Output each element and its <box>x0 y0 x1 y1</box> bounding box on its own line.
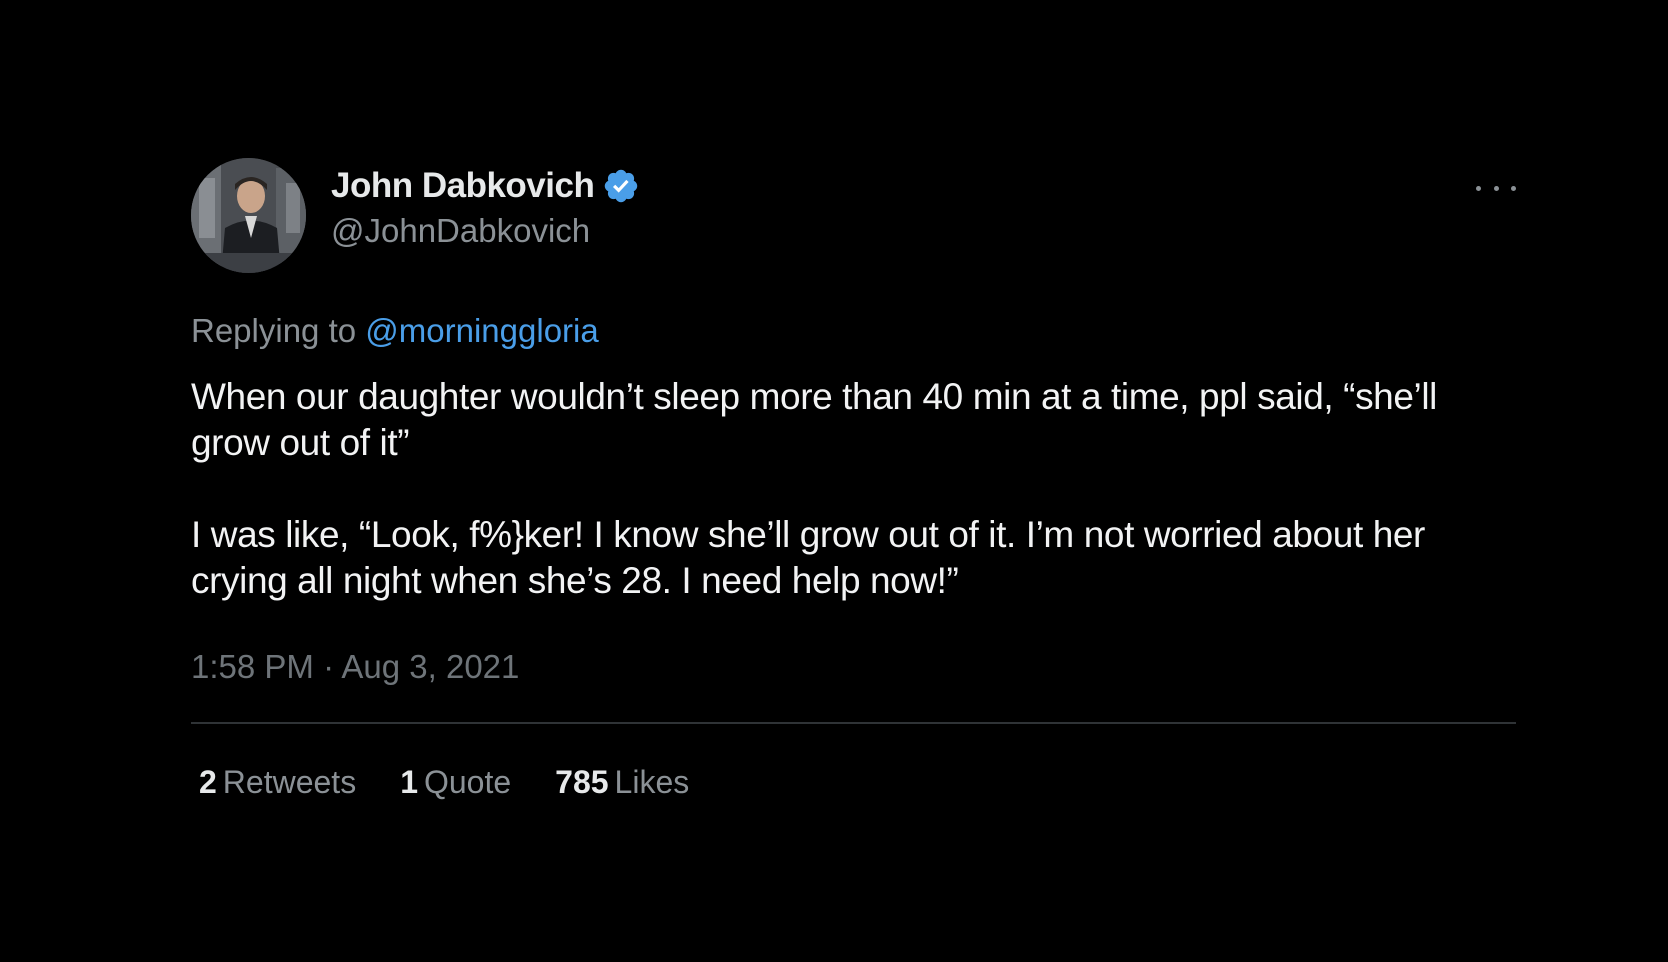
profile-photo-icon <box>191 158 306 273</box>
avatar[interactable] <box>191 158 306 273</box>
tweet-card: John Dabkovich @JohnDabkovich Replying t… <box>191 158 1516 801</box>
divider <box>191 722 1516 724</box>
more-dot <box>1476 185 1481 191</box>
reply-prefix: Replying to <box>191 312 357 349</box>
retweets-count: 2 <box>199 764 217 800</box>
display-name[interactable]: John Dabkovich <box>331 166 595 206</box>
likes-stat[interactable]: 785 Likes <box>555 764 689 801</box>
quotes-stat[interactable]: 1 Quote <box>400 764 511 801</box>
quotes-count: 1 <box>400 764 418 800</box>
more-dot <box>1511 185 1516 191</box>
reply-to-link[interactable]: @morninggloria <box>365 312 598 349</box>
likes-count: 785 <box>555 764 609 800</box>
user-identity: John Dabkovich @JohnDabkovich <box>331 164 640 250</box>
likes-label: Likes <box>614 764 690 800</box>
reply-context: Replying to @morninggloria <box>191 312 1516 350</box>
tweet-paragraph-1: When our daughter wouldn’t sleep more th… <box>191 376 1437 463</box>
retweets-stat[interactable]: 2 Retweets <box>199 764 356 801</box>
display-name-row: John Dabkovich <box>331 164 640 208</box>
tweet-text: When our daughter wouldn’t sleep more th… <box>191 374 1516 604</box>
retweets-label: Retweets <box>222 764 357 800</box>
tweet-paragraph-2: I was like, “Look, f%}ker! I know she’ll… <box>191 514 1425 601</box>
engagement-stats: 2 Retweets 1 Quote 785 Likes <box>191 764 1516 801</box>
user-handle[interactable]: @JohnDabkovich <box>331 212 640 250</box>
quotes-label: Quote <box>423 764 512 800</box>
tweet-timestamp[interactable]: 1:58 PM · Aug 3, 2021 <box>191 648 1516 686</box>
tweet-header: John Dabkovich @JohnDabkovich <box>191 158 1516 273</box>
verified-badge-icon <box>602 167 640 205</box>
more-dot <box>1493 185 1499 191</box>
more-options-icon[interactable] <box>1476 178 1516 198</box>
